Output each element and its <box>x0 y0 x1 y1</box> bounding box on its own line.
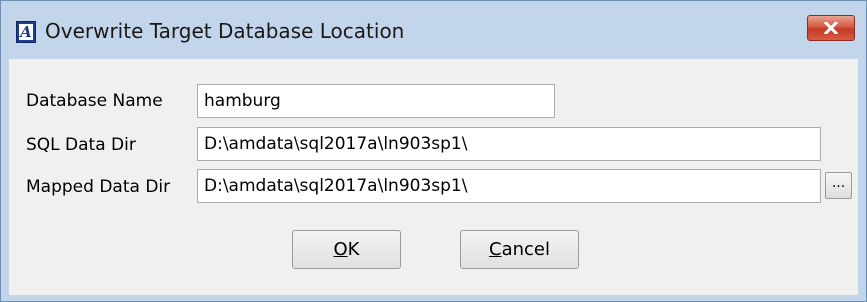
close-button[interactable] <box>807 15 855 41</box>
cancel-button[interactable]: Cancel <box>460 230 579 269</box>
window-title: Overwrite Target Database Location <box>45 19 405 43</box>
dialog-body: Database Name hamburg SQL Data Dir D:\am… <box>9 59 858 295</box>
browse-button[interactable]: ... <box>825 172 852 199</box>
app-logo-letter: A <box>19 23 33 41</box>
sql-data-dir-input[interactable]: D:\amdata\sql2017a\ln903sp1\ <box>197 127 821 161</box>
title-bar[interactable]: A Overwrite Target Database Location <box>1 1 866 59</box>
ok-mnemonic: O <box>333 239 348 260</box>
cancel-label-rest: ancel <box>501 239 550 260</box>
close-icon <box>824 22 838 34</box>
dialog-window: A Overwrite Target Database Location Dat… <box>0 0 867 302</box>
cancel-mnemonic: C <box>489 239 502 260</box>
database-name-label: Database Name <box>26 91 163 111</box>
ok-button[interactable]: OK <box>292 230 401 269</box>
mapped-data-dir-input[interactable]: D:\amdata\sql2017a\ln903sp1\ <box>197 169 821 203</box>
app-logo-icon: A <box>16 21 36 43</box>
mapped-data-dir-label: Mapped Data Dir <box>26 177 171 197</box>
ok-label-rest: K <box>347 239 360 260</box>
sql-data-dir-label: SQL Data Dir <box>26 135 136 155</box>
database-name-input[interactable]: hamburg <box>197 84 555 118</box>
